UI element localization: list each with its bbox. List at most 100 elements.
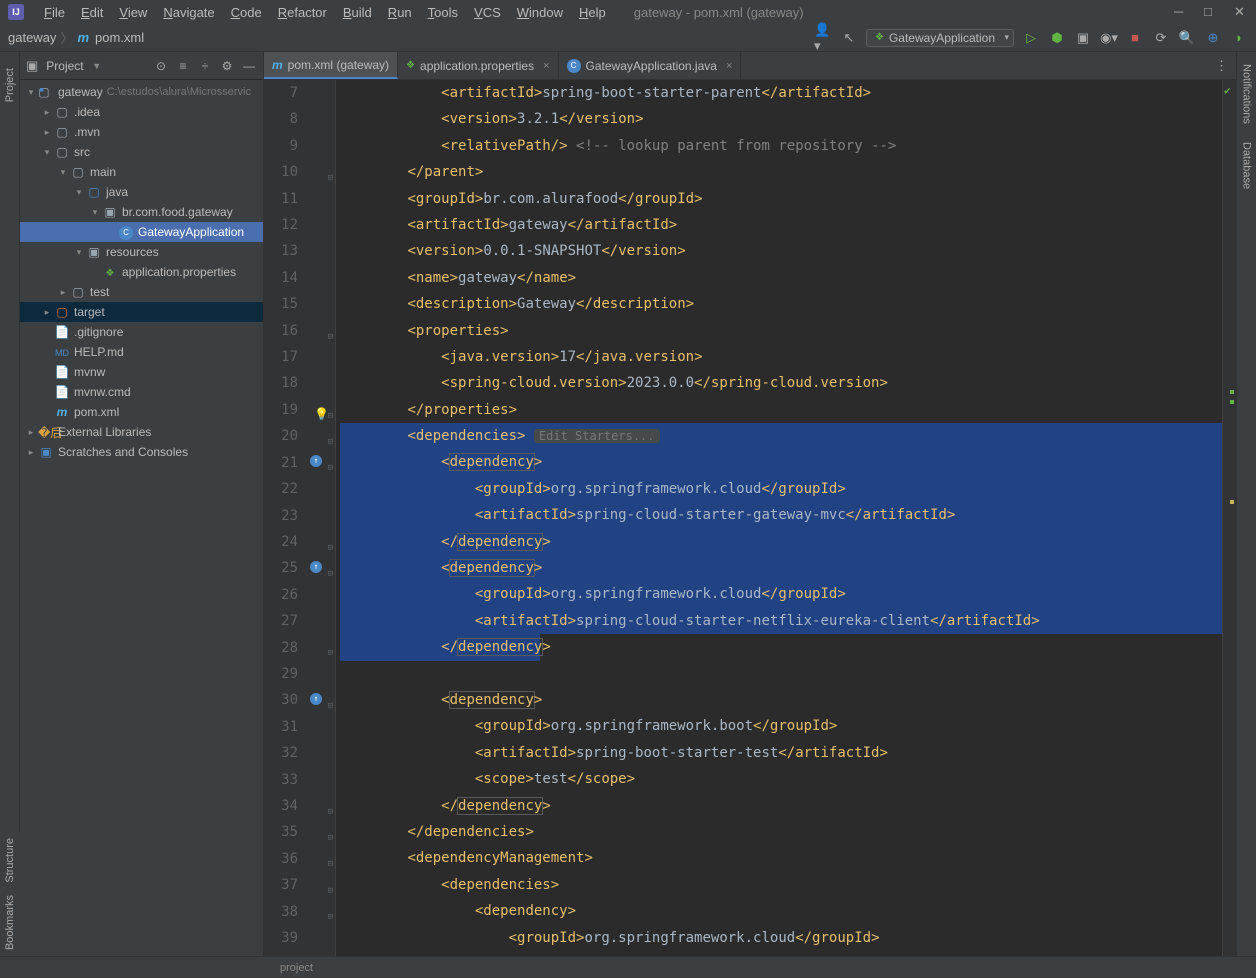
tree-src[interactable]: ▾▢src [20,142,263,162]
ide-settings-icon[interactable]: ⊕ [1204,29,1222,47]
menu-refactor[interactable]: Refactor [270,5,335,20]
select-opened-file-icon[interactable]: ⊙ [153,58,169,74]
tabs-more-icon[interactable]: ⋮ [1207,52,1236,79]
breadcrumb-root[interactable]: gateway [8,30,56,45]
tree-idea[interactable]: ▸▢.idea [20,102,263,122]
database-tool-tab[interactable]: Database [1241,136,1253,195]
line-number[interactable]: 24 [264,529,298,555]
build-icon[interactable]: ↖ [840,29,858,47]
tree-gitignore[interactable]: 📄.gitignore [20,322,263,342]
line-number[interactable]: 7 [264,80,298,106]
line-number[interactable]: 30 [264,687,298,713]
close-icon[interactable]: ✕ [1234,4,1248,20]
dependency-gutter-icon[interactable]: ↑ [310,561,322,573]
menu-vcs[interactable]: VCS [466,5,509,20]
menu-help[interactable]: Help [571,5,614,20]
code-line[interactable]: <dependencies> Edit Starters... [340,423,1222,449]
editor-body[interactable]: 7891011121314151617181920212223242526272… [264,80,1236,956]
menu-build[interactable]: Build [335,5,380,20]
code-line[interactable]: <dependency> [340,687,1222,713]
line-number[interactable]: 38 [264,899,298,925]
line-number[interactable]: 22 [264,476,298,502]
code-line[interactable]: <artifactId>spring-boot-starter-test</ar… [340,740,1222,766]
tab-application-properties[interactable]: ❖application.properties× [398,52,558,79]
coverage-icon[interactable]: ▣ [1074,29,1092,47]
edit-starters-hint[interactable]: Edit Starters... [534,429,660,443]
notifications-tool-tab[interactable]: Notifications [1241,58,1253,130]
tree-arrow-icon[interactable]: ▾ [88,207,102,218]
line-number[interactable]: 21 [264,450,298,476]
tree-test[interactable]: ▸▢test [20,282,263,302]
line-number[interactable]: 18 [264,370,298,396]
tree-arrow-icon[interactable]: ▸ [56,287,70,298]
code-line[interactable]: <groupId>br.com.alurafood</groupId> [340,186,1222,212]
tree-arrow-icon[interactable]: ▾ [56,167,70,178]
tree-arrow-icon[interactable]: ▸ [24,427,38,438]
code-line[interactable]: </dependency> [340,634,1222,660]
code-line[interactable]: <spring-cloud.version>2023.0.0</spring-c… [340,370,1222,396]
line-number[interactable]: 13 [264,238,298,264]
code-line[interactable]: <groupId>org.springframework.boot</group… [340,713,1222,739]
maximize-icon[interactable]: □ [1204,4,1218,20]
line-number[interactable]: 37 [264,872,298,898]
error-stripe[interactable]: ✔ [1222,80,1236,956]
tree-ext-libs[interactable]: ▸�后External Libraries [20,422,263,442]
minimize-icon[interactable]: ─ [1174,4,1188,20]
line-number[interactable]: 28 [264,635,298,661]
marker-icon[interactable] [1230,500,1234,504]
code-line[interactable]: <groupId>org.springframework.cloud</grou… [340,581,1222,607]
line-number[interactable]: 32 [264,740,298,766]
line-number[interactable]: 12 [264,212,298,238]
line-number[interactable]: 14 [264,265,298,291]
tree-gateway-application[interactable]: CGatewayApplication [20,222,263,242]
code-line[interactable]: <dependency> [340,449,1222,475]
code-line[interactable]: <dependencyManagement> [340,845,1222,871]
add-user-icon[interactable]: 👤▾ [814,29,832,47]
code-line[interactable]: <name>gateway</name> [340,265,1222,291]
menu-run[interactable]: Run [380,5,420,20]
code-line[interactable]: <dependency> [340,555,1222,581]
profile-icon[interactable]: ◉▾ [1100,29,1118,47]
close-tab-icon[interactable]: × [543,60,549,72]
line-number[interactable]: 19 [264,397,298,423]
tree-arrow-icon[interactable]: ▾ [72,187,86,198]
line-number[interactable]: 11 [264,186,298,212]
tree-help[interactable]: MDHELP.md [20,342,263,362]
code-line[interactable]: <dependency> [340,898,1222,924]
tree-arrow-icon[interactable]: ▾ [24,87,38,98]
tree-arrow-icon[interactable]: ▸ [24,447,38,458]
tree-root[interactable]: ▾▢■gatewayC:\estudos\alura\Microsservic [20,82,263,102]
code-content[interactable]: <artifactId>spring-boot-starter-parent</… [336,80,1222,956]
tree-arrow-icon[interactable]: ▸ [40,107,54,118]
tree-mvn[interactable]: ▸▢.mvn [20,122,263,142]
hide-icon[interactable]: — [241,58,257,74]
code-line[interactable]: <properties> [340,318,1222,344]
dependency-gutter-icon[interactable]: ↑ [310,455,322,467]
tab-pom-xml-gateway-[interactable]: mpom.xml (gateway) [264,52,398,79]
vcs-update-icon[interactable]: ⟳ [1152,29,1170,47]
menu-view[interactable]: View [111,5,155,20]
line-number[interactable]: 39 [264,925,298,951]
code-line[interactable]: <artifactId>gateway</artifactId> [340,212,1222,238]
tree-mvnw[interactable]: 📄mvnw [20,362,263,382]
collapse-all-icon[interactable]: ÷ [197,58,213,74]
code-line[interactable]: <description>Gateway</description> [340,291,1222,317]
line-number[interactable]: 34 [264,793,298,819]
debug-icon[interactable]: ⬢ [1048,29,1066,47]
close-tab-icon[interactable]: × [726,60,732,72]
expand-all-icon[interactable]: ≡ [175,58,191,74]
tree-resources[interactable]: ▾▣resources [20,242,263,262]
code-line[interactable]: <scope>test</scope> [340,766,1222,792]
project-tree[interactable]: ▾▢■gatewayC:\estudos\alura\Microsservic▸… [20,80,263,956]
code-line[interactable]: </parent> [340,159,1222,185]
gear-icon[interactable]: ⚙ [219,58,235,74]
search-icon[interactable]: 🔍 [1178,29,1196,47]
tree-arrow-icon[interactable]: ▸ [40,127,54,138]
dependency-gutter-icon[interactable]: ↑ [310,693,322,705]
tree-package[interactable]: ▾▣br.com.food.gateway [20,202,263,222]
stop-icon[interactable]: ■ [1126,29,1144,47]
line-number[interactable]: 33 [264,767,298,793]
breadcrumb-file[interactable]: pom.xml [95,30,144,45]
tree-mvnw-cmd[interactable]: 📄mvnw.cmd [20,382,263,402]
line-number-gutter[interactable]: 7891011121314151617181920212223242526272… [264,80,308,956]
